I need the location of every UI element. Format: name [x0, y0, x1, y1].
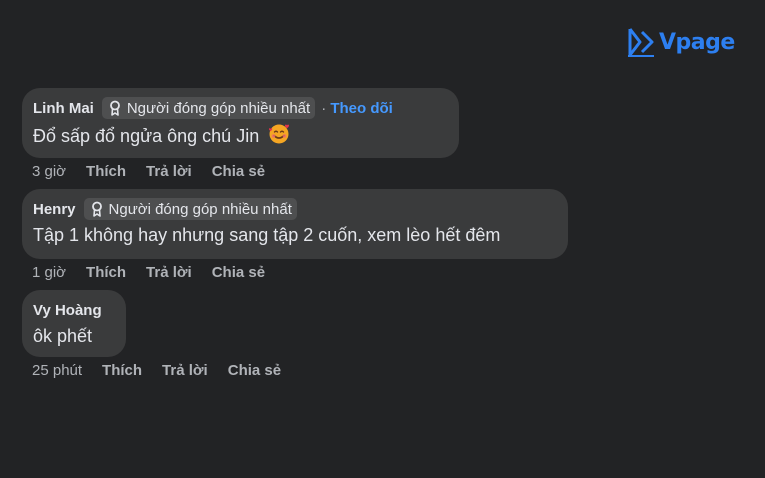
comment-bubble: Linh Mai Người đóng góp nhiều nhất · The… [22, 88, 459, 158]
comment-timestamp[interactable]: 1 giờ [32, 264, 66, 281]
comment-actions: 3 giờ Thích Trả lời Chia sẻ [22, 163, 459, 180]
share-button[interactable]: Chia sẻ [212, 163, 265, 180]
comment-author[interactable]: Vy Hoàng [33, 302, 102, 319]
comment-author[interactable]: Linh Mai [33, 100, 94, 117]
smiling-face-with-hearts-icon [268, 123, 290, 150]
comment-text: Đổ sấp đổ ngửa ông chú Jin [33, 123, 447, 150]
award-icon [90, 201, 104, 217]
top-contributor-badge[interactable]: Người đóng góp nhiều nhất [101, 97, 316, 119]
comment-item: Linh Mai Người đóng góp nhiều nhất · The… [22, 88, 459, 180]
reply-button[interactable]: Trả lời [146, 264, 192, 281]
comment-header: Vy Hoàng [33, 298, 114, 322]
badge-label: Người đóng góp nhiều nhất [108, 200, 292, 218]
comment-text: Tập 1 không hay nhưng sang tập 2 cuốn, x… [33, 225, 501, 245]
comment-actions: 1 giờ Thích Trả lời Chia sẻ [22, 264, 568, 281]
comment-header: Henry Người đóng góp nhiều nhất [33, 197, 556, 221]
share-button[interactable]: Chia sẻ [228, 362, 281, 379]
follow-separator: · [321, 99, 327, 117]
like-button[interactable]: Thích [86, 163, 126, 180]
follow-control[interactable]: · Theo dõi [321, 100, 393, 117]
follow-link[interactable]: Theo dõi [330, 100, 393, 117]
comment-item: Vy Hoàng ôk phết 25 phút Thích Trả lời C… [22, 290, 281, 379]
vpage-logo-icon [628, 28, 654, 57]
badge-label: Người đóng góp nhiều nhất [126, 99, 311, 117]
vpage-logo: Vpage [626, 26, 735, 58]
comment-timestamp[interactable]: 3 giờ [32, 163, 66, 180]
vpage-logo-text: Vpage [659, 29, 735, 55]
comment-header: Linh Mai Người đóng góp nhiều nhất · The… [33, 96, 447, 120]
share-button[interactable]: Chia sẻ [212, 264, 265, 281]
like-button[interactable]: Thích [102, 362, 142, 379]
top-contributor-badge[interactable]: Người đóng góp nhiều nhất [83, 198, 297, 220]
award-icon [108, 100, 122, 116]
comment-actions: 25 phút Thích Trả lời Chia sẻ [22, 362, 281, 379]
comment-timestamp[interactable]: 25 phút [32, 362, 82, 379]
comment-author[interactable]: Henry [33, 201, 76, 218]
comment-bubble: Henry Người đóng góp nhiều nhất Tập 1 kh… [22, 189, 568, 259]
comment-item: Henry Người đóng góp nhiều nhất Tập 1 kh… [22, 189, 568, 281]
reply-button[interactable]: Trả lời [162, 362, 208, 379]
comment-text-content: Đổ sấp đổ ngửa ông chú Jin [33, 126, 260, 146]
comment-bubble: Vy Hoàng ôk phết [22, 290, 126, 357]
reply-button[interactable]: Trả lời [146, 163, 192, 180]
comment-text: ôk phết [33, 326, 93, 346]
like-button[interactable]: Thích [86, 264, 126, 281]
